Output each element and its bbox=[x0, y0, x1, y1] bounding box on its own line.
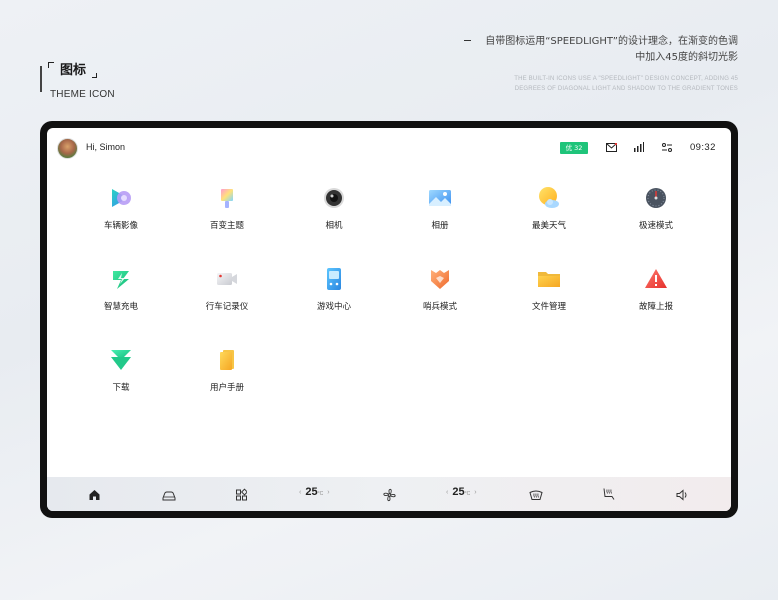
app-user-manual[interactable]: 用户手册 bbox=[187, 348, 267, 408]
app-charging[interactable]: 智慧充电 bbox=[81, 267, 161, 327]
app-download[interactable]: 下载 bbox=[81, 348, 161, 408]
app-vehicle-camera[interactable]: 车辆影像 bbox=[81, 186, 161, 246]
file-manager-icon bbox=[538, 272, 560, 287]
app-fault-report[interactable]: 故障上报 bbox=[616, 267, 696, 327]
game-center-icon bbox=[327, 268, 341, 290]
fan-icon[interactable] bbox=[383, 488, 396, 502]
settings-toggle-icon[interactable] bbox=[662, 143, 672, 152]
apps-icon[interactable] bbox=[236, 488, 247, 502]
app-gallery[interactable]: 相册 bbox=[400, 186, 480, 246]
avatar[interactable] bbox=[57, 138, 78, 159]
app-camera[interactable]: 相机 bbox=[294, 186, 374, 246]
temp-right-decrease[interactable]: ‹ bbox=[446, 489, 448, 496]
theme-icon bbox=[221, 189, 233, 208]
car-screen: Hi, Simon 优 32 09:32 车辆影像 百变主题 相机 相册 最美天… bbox=[47, 128, 731, 511]
vehicle-camera-icon bbox=[112, 189, 131, 207]
app-dashcam[interactable]: 行车记录仪 bbox=[187, 267, 267, 327]
left-temperature[interactable]: ‹ 25°C › bbox=[295, 486, 334, 500]
defrost-icon[interactable] bbox=[529, 488, 543, 502]
section-header: 图标 THEME ICON bbox=[40, 62, 115, 100]
section-description: 自带图标运用“SPEEDLIGHT”的设计理念，在渐变的色调 中加入45度的斜切… bbox=[438, 34, 738, 94]
section-subtitle: THEME ICON bbox=[50, 89, 115, 100]
speed-mode-icon bbox=[646, 188, 666, 208]
app-game-center[interactable]: 游戏中心 bbox=[294, 267, 374, 327]
english-description: THE BUILT-IN ICONS USE A "SPEEDLIGHT" DE… bbox=[514, 76, 738, 92]
app-weather[interactable]: 最美天气 bbox=[509, 186, 589, 246]
sentry-mode-icon bbox=[431, 270, 449, 289]
description-line-2: 中加入45度的斜切光影 bbox=[635, 52, 738, 63]
volume-icon[interactable] bbox=[676, 488, 689, 502]
mail-icon[interactable] bbox=[606, 143, 617, 152]
temp-right-increase[interactable]: › bbox=[474, 489, 476, 496]
clock: 09:32 bbox=[690, 142, 716, 153]
user-manual-icon bbox=[220, 350, 234, 370]
app-theme[interactable]: 百变主题 bbox=[187, 186, 267, 246]
device-frame: Hi, Simon 优 32 09:32 车辆影像 百变主题 相机 相册 最美天… bbox=[40, 121, 738, 518]
app-sentry-mode[interactable]: 哨兵模式 bbox=[400, 267, 480, 327]
signal-icon bbox=[634, 142, 644, 152]
gallery-icon bbox=[429, 190, 451, 206]
temp-left-decrease[interactable]: ‹ bbox=[299, 489, 301, 496]
right-temperature[interactable]: ‹ 25°C › bbox=[442, 486, 481, 500]
weather-icon bbox=[539, 187, 559, 208]
download-icon bbox=[111, 350, 131, 370]
status-bar: Hi, Simon 优 32 09:32 bbox=[47, 128, 731, 168]
app-speed-mode[interactable]: 极速模式 bbox=[616, 186, 696, 246]
car-icon[interactable] bbox=[162, 489, 176, 503]
app-file-manager[interactable]: 文件管理 bbox=[509, 267, 589, 327]
section-title: 图标 bbox=[40, 62, 115, 80]
camera-icon bbox=[324, 188, 344, 208]
temp-left-increase[interactable]: › bbox=[327, 489, 329, 496]
seat-heat-icon[interactable] bbox=[602, 487, 615, 501]
greeting: Hi, Simon bbox=[86, 142, 126, 152]
charging-icon bbox=[113, 271, 129, 289]
bottom-dock: ‹ 25°C › ‹ 25°C › bbox=[47, 477, 731, 511]
air-quality-badge[interactable]: 优 32 bbox=[560, 142, 588, 154]
description-line-1: 自带图标运用“SPEEDLIGHT”的设计理念，在渐变的色调 bbox=[438, 34, 738, 50]
home-icon[interactable] bbox=[89, 488, 100, 502]
dashcam-icon bbox=[217, 273, 237, 285]
fault-report-icon bbox=[645, 269, 667, 288]
